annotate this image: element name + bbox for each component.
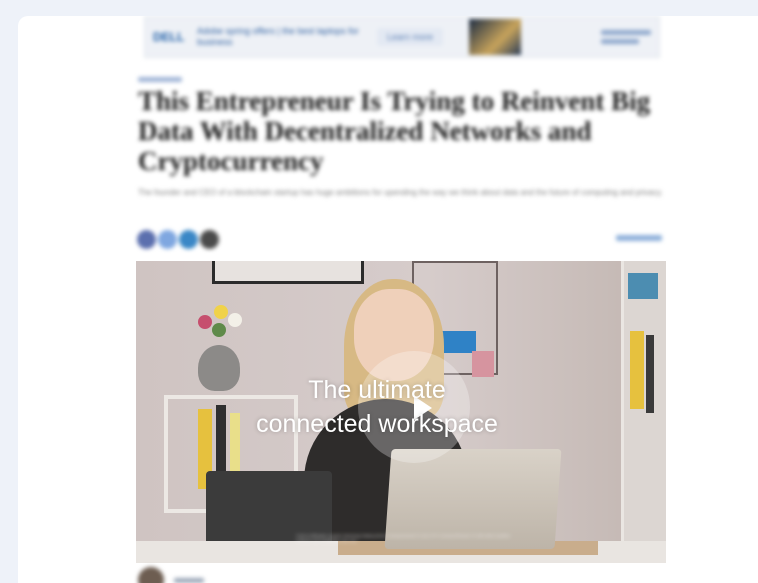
ad-image [469,19,522,55]
category-kicker[interactable] [138,77,182,82]
linkedin-icon[interactable] [179,230,198,249]
video-ad-player[interactable]: The ultimate connected workspace *Link t… [136,261,666,563]
bookshelf-right [621,261,666,563]
overlay-line-2: connected workspace [256,410,498,438]
ad-cta-button[interactable]: Learn more [377,28,444,46]
facebook-icon[interactable] [137,230,156,249]
wall-picture-frame [212,261,364,284]
article-headline: This Entrepreneur Is Trying to Reinvent … [138,86,651,176]
share-buttons [137,230,219,249]
twitter-icon[interactable] [158,230,177,249]
author-name [174,577,204,583]
ad-logo: DELL [153,30,185,44]
video-disclaimer: *Link to Windows requires Samsung Galaxy… [296,533,511,543]
article-deck: The founder and CEO of a blockchain star… [138,188,663,197]
overlay-line-1: The ultimate [308,376,446,404]
byline-link[interactable] [616,235,662,241]
top-ad-banner[interactable]: DELL Adobe spring offers | the best lapt… [144,16,660,58]
avatar [138,567,164,583]
ad-side-text [601,30,651,44]
author-row[interactable] [138,567,204,583]
ad-text: Adobe spring offers | the best laptops f… [197,26,359,47]
article-card: DELL Adobe spring offers | the best lapt… [18,16,758,583]
email-icon[interactable] [200,230,219,249]
video-overlay-text: The ultimate connected workspace [136,373,618,441]
flower-bouquet [192,301,252,349]
